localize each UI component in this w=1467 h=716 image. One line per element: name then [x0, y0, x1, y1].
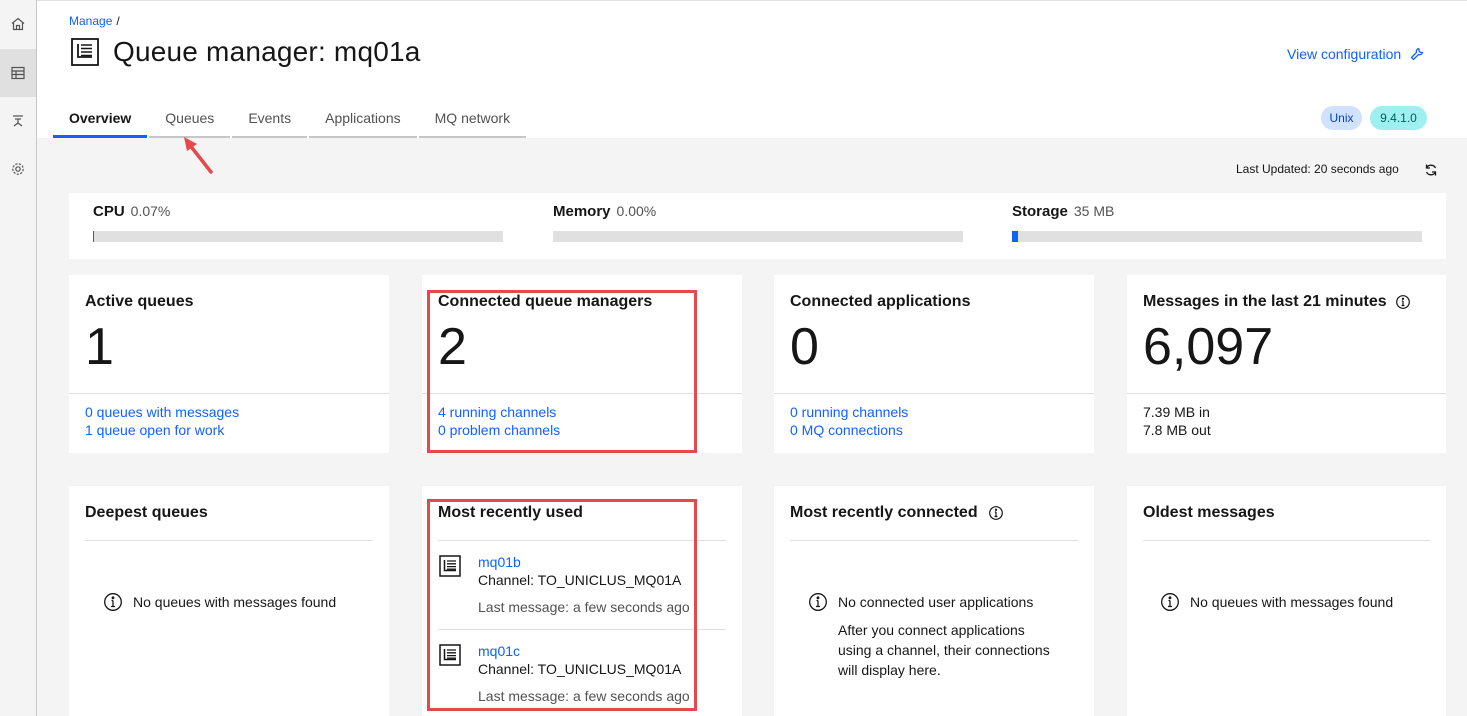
connected-applications-card: Connected applications 0 0 running chann…: [774, 275, 1094, 453]
connected-empty-text: No connected user applications: [838, 594, 1034, 610]
storage-usage: Storage 35 MB: [1012, 203, 1114, 221]
header-top-border: [37, 0, 1467, 1]
messages-title: Messages in the last 21 minutes: [1143, 293, 1387, 310]
topology-icon[interactable]: [0, 97, 36, 145]
side-nav-rail: [0, 0, 37, 716]
info-icon: [104, 593, 122, 611]
view-configuration-link[interactable]: View configuration: [1287, 46, 1425, 62]
messages-in: 7.39 MB in: [1143, 404, 1210, 420]
active-queues-count: 1: [85, 318, 114, 376]
wrench-icon: [1410, 47, 1424, 61]
deepest-empty-text: No queues with messages found: [133, 594, 337, 610]
deepest-queues-title: Deepest queues: [85, 504, 208, 521]
storage-usage-bar: [1012, 231, 1422, 242]
breadcrumb-separator: /: [116, 14, 120, 28]
cpu-label: CPU: [93, 203, 125, 220]
connected-empty-line-1: After you connect applications: [838, 622, 1025, 638]
storage-label: Storage: [1012, 203, 1068, 220]
resource-usage-panel: CPU 0.07% Memory 0.00% Storage 35 MB: [69, 193, 1446, 259]
memory-usage-bar: [553, 231, 963, 242]
section-divider: [790, 540, 1078, 541]
section-divider: [1143, 540, 1430, 541]
oldest-empty-state: No queues with messages found: [1160, 592, 1393, 612]
messages-count: 6,097: [1143, 318, 1274, 376]
connected-empty-line-2: using a channel, their connections: [838, 642, 1050, 658]
breadcrumb: Manage /: [69, 14, 120, 28]
storage-usage-fill: [1012, 231, 1019, 242]
last-updated-text: Last Updated: 20 seconds ago: [1236, 162, 1399, 176]
deepest-empty-state: No queues with messages found: [103, 592, 336, 612]
highlight-box-recently-used: [427, 499, 697, 711]
info-icon[interactable]: [1395, 294, 1411, 310]
version-tag: 9.4.1.0: [1370, 106, 1427, 130]
cpu-usage-bar: [93, 231, 503, 242]
tab-overview[interactable]: Overview: [53, 104, 148, 138]
breadcrumb-manage-link[interactable]: Manage: [69, 14, 112, 28]
gear-icon[interactable]: [0, 145, 36, 193]
active-queues-title: Active queues: [85, 293, 194, 310]
info-icon[interactable]: [988, 505, 1004, 521]
card-divider: [774, 393, 1094, 394]
tab-applications[interactable]: Applications: [309, 104, 417, 138]
connected-applications-count: 0: [790, 318, 819, 376]
memory-label: Memory: [553, 203, 611, 220]
oldest-messages-card: Oldest messages No queues with messages …: [1127, 486, 1446, 716]
queue-open-for-work-link[interactable]: 1 queue open for work: [85, 421, 239, 439]
tab-list: Overview Queues Events Applications MQ n…: [53, 104, 528, 138]
messages-volume: 7.39 MB in 7.8 MB out: [1143, 403, 1211, 439]
refresh-icon[interactable]: [1423, 162, 1439, 178]
memory-value: 0.00%: [616, 203, 657, 219]
view-configuration-label: View configuration: [1287, 46, 1402, 62]
annotation-arrow-icon: [184, 137, 213, 174]
connected-empty-line-3: will display here.: [838, 662, 941, 678]
active-queues-card: Active queues 1 0 queues with messages 1…: [69, 275, 389, 453]
oldest-messages-title: Oldest messages: [1143, 504, 1275, 521]
connected-applications-links: 0 running channels 0 MQ connections: [790, 403, 908, 439]
tab-mq-network[interactable]: MQ network: [418, 104, 527, 138]
active-queues-links: 0 queues with messages 1 queue open for …: [85, 403, 239, 439]
page-title: Queue manager: mq01a: [113, 36, 421, 67]
storage-value: 35 MB: [1073, 203, 1115, 219]
section-divider: [85, 540, 373, 541]
info-icon: [809, 593, 827, 611]
tab-queues[interactable]: Queues: [149, 104, 231, 138]
app-running-channels-link[interactable]: 0 running channels: [790, 403, 908, 421]
connected-empty-state: No connected user applications: [808, 592, 1033, 612]
queue-manager-icon: [71, 38, 99, 66]
queues-with-messages-link[interactable]: 0 queues with messages: [85, 403, 239, 421]
card-divider: [1127, 393, 1446, 394]
cpu-usage: CPU 0.07%: [93, 203, 170, 221]
card-divider: [69, 393, 389, 394]
most-recently-connected-title: Most recently connected: [790, 504, 978, 521]
info-icon: [1161, 593, 1179, 611]
home-icon[interactable]: [0, 0, 36, 48]
oldest-empty-text: No queues with messages found: [1190, 594, 1394, 610]
connected-applications-title: Connected applications: [790, 293, 971, 310]
tab-events[interactable]: Events: [232, 104, 308, 138]
platform-tag: Unix: [1321, 106, 1362, 130]
cpu-value: 0.07%: [130, 203, 171, 219]
table-icon[interactable]: [0, 49, 36, 97]
most-recently-connected-card: Most recently connected No connected use…: [774, 486, 1094, 716]
messages-card: Messages in the last 21 minutes 6,097 7.…: [1127, 275, 1446, 453]
highlight-box-connected-qm: [427, 290, 697, 453]
messages-out: 7.8 MB out: [1143, 422, 1211, 438]
mq-connections-link[interactable]: 0 MQ connections: [790, 421, 908, 439]
memory-usage: Memory 0.00%: [553, 203, 656, 221]
connected-empty-description: After you connect applications using a c…: [838, 620, 1050, 680]
deepest-queues-card: Deepest queues No queues with messages f…: [69, 486, 389, 716]
